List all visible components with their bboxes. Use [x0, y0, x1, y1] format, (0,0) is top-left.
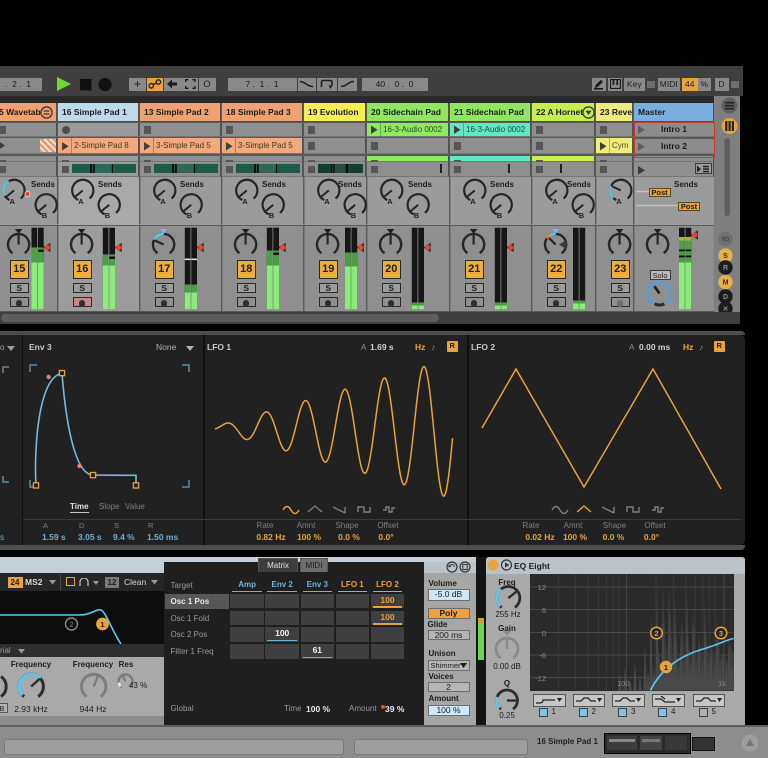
- svg-text:M: M: [723, 280, 729, 287]
- svg-text:S: S: [723, 253, 728, 260]
- svg-text:D: D: [723, 294, 728, 301]
- svg-text:3: 3: [719, 631, 723, 638]
- svg-text:1: 1: [664, 663, 668, 672]
- svg-text:R: R: [723, 265, 728, 272]
- svg-text:2: 2: [69, 620, 73, 629]
- svg-text:1: 1: [100, 620, 104, 629]
- svg-text:IO: IO: [722, 237, 730, 244]
- svg-text:2: 2: [655, 631, 659, 638]
